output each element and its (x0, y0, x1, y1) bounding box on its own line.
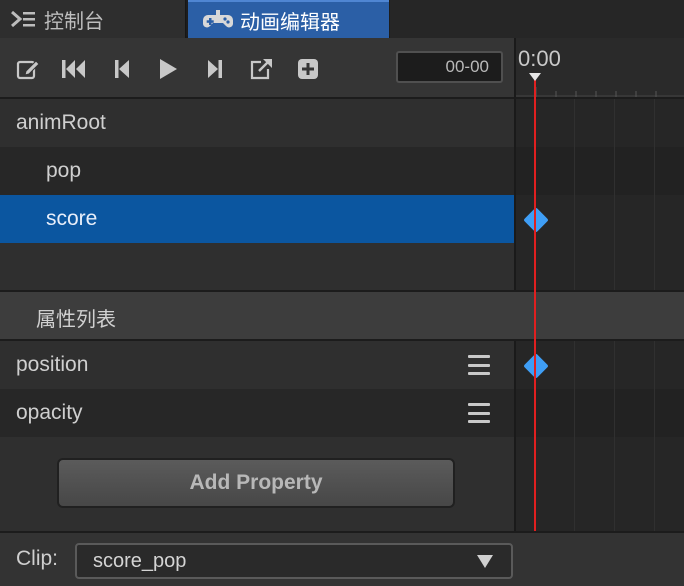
property-list: position opacity Add Property (0, 341, 514, 531)
terminal-icon (10, 9, 38, 29)
export-icon[interactable] (248, 56, 274, 82)
timeline-ruler[interactable]: 0:00 (514, 38, 684, 99)
tree-node-score[interactable]: score (0, 195, 514, 243)
clip-select-value: score_pop (93, 549, 187, 572)
keyframe-position[interactable] (523, 353, 549, 379)
tab-label: 动画编辑器 (240, 9, 340, 34)
menu-icon[interactable] (468, 355, 490, 375)
node-tree: animRoot pop score (0, 99, 514, 290)
node-label: animRoot (16, 111, 106, 134)
node-label: score (46, 207, 98, 230)
property-row-opacity[interactable]: opacity (0, 389, 514, 437)
clip-footer: Clip: score_pop (0, 531, 684, 586)
tree-node-pop[interactable]: pop (0, 147, 514, 195)
edit-icon[interactable] (15, 56, 41, 82)
node-label: pop (46, 159, 82, 182)
add-icon[interactable] (295, 56, 321, 82)
gamepad-icon (202, 9, 234, 31)
playhead-line[interactable] (534, 78, 536, 531)
tab-bar-empty (390, 0, 684, 38)
property-label: opacity (16, 401, 83, 424)
tab-console[interactable]: 控制台 (0, 0, 186, 38)
keyframe-score[interactable] (523, 207, 549, 233)
timeline-time-label: 0:00 (518, 46, 561, 71)
track-row (516, 147, 684, 195)
property-list-header: 属性列表 (0, 290, 684, 341)
timeline-ticks (516, 87, 684, 97)
playhead-handle[interactable] (529, 73, 541, 81)
property-list-title: 属性列表 (36, 307, 116, 331)
prev-frame-icon[interactable] (109, 56, 135, 82)
property-row-position[interactable]: position (0, 341, 514, 389)
property-label: position (16, 353, 89, 376)
next-frame-icon[interactable] (202, 56, 228, 82)
add-property-button[interactable]: Add Property (57, 458, 455, 508)
chevron-down-icon (477, 555, 493, 568)
clip-select[interactable]: score_pop (75, 543, 513, 579)
panel-tab-bar: 控制台 动画编辑器 (0, 0, 684, 38)
track-row (516, 389, 684, 437)
menu-icon[interactable] (468, 403, 490, 423)
tab-label: 控制台 (44, 8, 104, 33)
clip-label: Clip: (16, 547, 59, 570)
time-input[interactable]: 00-00 (396, 51, 503, 83)
animation-toolbar: 00-00 (0, 38, 514, 99)
jump-first-icon[interactable] (61, 56, 87, 82)
tree-node-animroot[interactable]: animRoot (0, 99, 514, 147)
tab-animation-editor[interactable]: 动画编辑器 (188, 0, 389, 38)
play-icon[interactable] (155, 56, 181, 82)
